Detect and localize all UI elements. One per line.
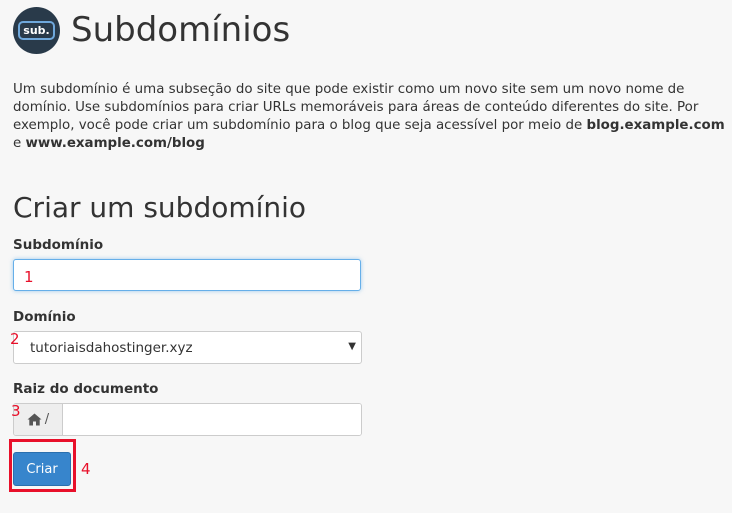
domain-label: Domínio (13, 309, 76, 325)
section-title: Criar um subdomínio (13, 191, 307, 224)
document-root-input[interactable] (63, 404, 361, 435)
description-connector: e (13, 136, 26, 151)
annotation-step-4: 4 (81, 460, 91, 478)
description-example-subdomain: blog.example.com (586, 118, 725, 133)
subdomain-label: Subdomínio (13, 237, 104, 253)
logo-text: sub. (18, 20, 55, 40)
subdomain-logo-icon: sub. (13, 6, 60, 54)
subdomain-input[interactable] (13, 259, 361, 291)
page-description: Um subdomínio é uma subseção do site que… (13, 81, 729, 153)
caret-down-icon: ▼ (348, 341, 356, 352)
document-root-slash: / (44, 412, 50, 427)
domain-select[interactable]: tutoriaisdahostinger.xyz ▼ (13, 331, 362, 364)
description-example-path: www.example.com/blog (25, 136, 205, 151)
home-icon (27, 413, 42, 426)
document-root-prefix: / (14, 404, 63, 435)
page-header: sub. Subdomínios (13, 5, 290, 55)
domain-selected-value: tutoriaisdahostinger.xyz (30, 339, 193, 356)
create-button[interactable]: Criar (13, 452, 71, 486)
document-root-label: Raiz do documento (13, 381, 159, 397)
page-title: Subdomínios (71, 10, 291, 50)
document-root-group: / (13, 403, 362, 436)
